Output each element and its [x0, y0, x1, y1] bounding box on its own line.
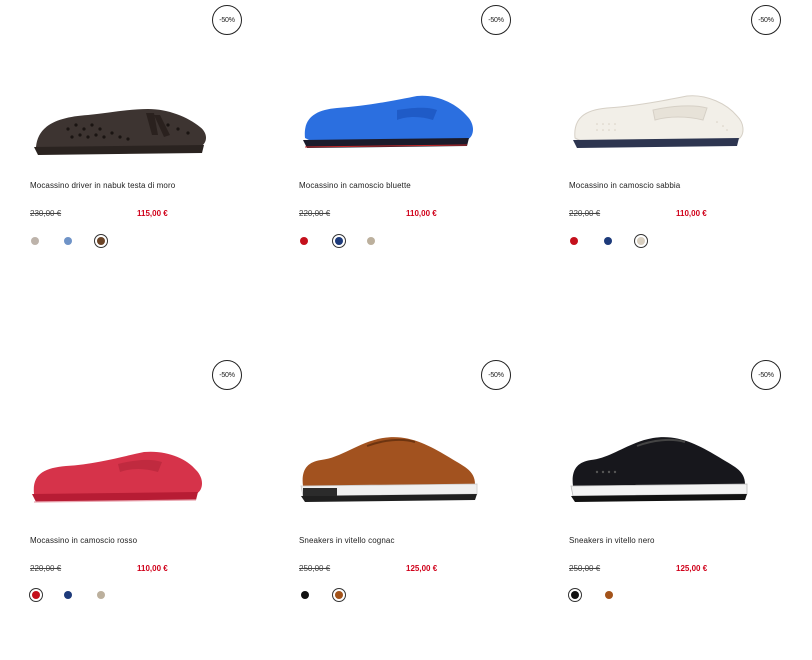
product-card[interactable]: -50% Mocassino in camoscio sabbia 220,00…: [567, 5, 812, 305]
color-swatch-selected[interactable]: [94, 234, 108, 248]
original-price: 230,00 €: [30, 209, 62, 218]
product-card[interactable]: -50% Mocassino in camoscio rosso 220,00 …: [28, 360, 298, 660]
sale-price: 110,00 €: [406, 209, 437, 218]
product-image[interactable]: [297, 90, 497, 170]
color-swatch[interactable]: [61, 234, 75, 248]
original-price: 250,00 €: [569, 564, 601, 573]
sale-price: 110,00 €: [676, 209, 707, 218]
color-swatches: [567, 234, 687, 250]
color-swatch[interactable]: [94, 588, 108, 602]
product-image[interactable]: [28, 440, 228, 520]
product-title[interactable]: Mocassino in camoscio sabbia: [569, 181, 680, 190]
product-title[interactable]: Mocassino in camoscio bluette: [299, 181, 411, 190]
color-swatch-selected[interactable]: [332, 588, 346, 602]
color-swatch-selected[interactable]: [634, 234, 648, 248]
original-price: 220,00 €: [299, 209, 331, 218]
color-swatch-selected[interactable]: [568, 588, 582, 602]
color-swatch-selected[interactable]: [332, 234, 346, 248]
color-swatch[interactable]: [297, 234, 311, 248]
color-swatch[interactable]: [602, 588, 616, 602]
color-swatch[interactable]: [364, 234, 378, 248]
sale-price: 125,00 €: [676, 564, 708, 573]
discount-badge: -50%: [481, 5, 511, 35]
product-image[interactable]: [567, 430, 767, 510]
original-price: 220,00 €: [569, 209, 601, 218]
product-card[interactable]: -50% Sneakers in vitello nero 250,00 € 1…: [567, 360, 812, 660]
sale-price: 115,00 €: [137, 209, 168, 218]
original-price: 220,00 €: [30, 564, 62, 573]
color-swatch[interactable]: [567, 234, 581, 248]
color-swatches: [297, 234, 417, 250]
sale-price: 110,00 €: [137, 564, 168, 573]
product-title[interactable]: Mocassino driver in nabuk testa di moro: [30, 181, 175, 190]
color-swatch-selected[interactable]: [29, 588, 43, 602]
discount-badge: -50%: [751, 5, 781, 35]
discount-badge: -50%: [212, 360, 242, 390]
color-swatch[interactable]: [28, 234, 42, 248]
color-swatches: [28, 234, 148, 250]
sale-price: 125,00 €: [406, 564, 438, 573]
discount-badge: -50%: [751, 360, 781, 390]
color-swatch[interactable]: [61, 588, 75, 602]
product-image[interactable]: [297, 430, 497, 510]
discount-badge: -50%: [212, 5, 242, 35]
product-title[interactable]: Sneakers in vitello cognac: [299, 536, 395, 545]
product-image[interactable]: [567, 90, 767, 170]
product-grid: -50% Mocassino driver in nabuk testa di …: [0, 0, 812, 602]
product-card[interactable]: -50% Sneakers in vitello cognac 250,00 €…: [297, 360, 567, 660]
color-swatch[interactable]: [298, 588, 312, 602]
product-title[interactable]: Sneakers in vitello nero: [569, 536, 655, 545]
product-card[interactable]: -50% Mocassino driver in nabuk testa di …: [28, 5, 298, 305]
product-image[interactable]: [28, 95, 228, 175]
color-swatch[interactable]: [601, 234, 615, 248]
discount-badge: -50%: [481, 360, 511, 390]
product-title[interactable]: Mocassino in camoscio rosso: [30, 536, 137, 545]
product-card[interactable]: -50% Mocassino in camoscio bluette 220,0…: [297, 5, 567, 305]
original-price: 250,00 €: [299, 564, 331, 573]
